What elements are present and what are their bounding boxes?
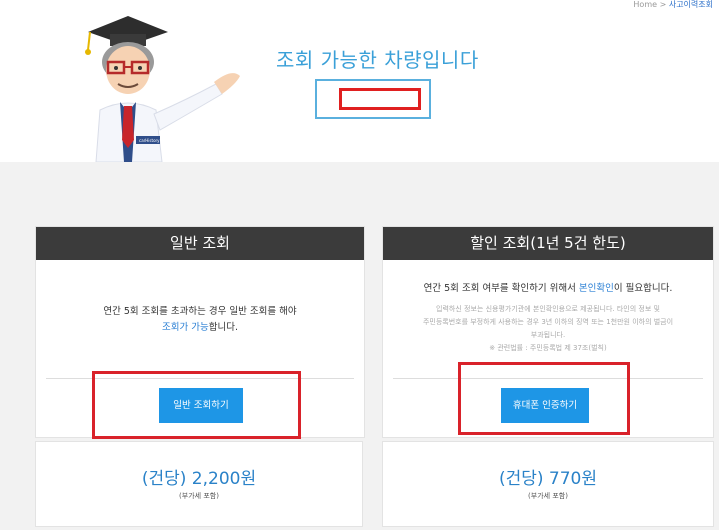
- discount-price: (건당) 770원: [498, 469, 598, 489]
- general-desc-line: 연간 5회 조회를 초과하는 경우 일반 조회를 해야: [103, 306, 297, 317]
- general-inquiry-description: 연간 5회 조회를 초과하는 경우 일반 조회를 해야 조회가 가능합니다.: [36, 260, 364, 336]
- breadcrumb: Home > 사고이력조회: [633, 0, 713, 10]
- general-desc-accent: 조회가 가능: [162, 322, 209, 333]
- general-button-highlight-frame: [92, 371, 301, 439]
- discount-desc-accent: 본인확인: [578, 283, 614, 294]
- discount-inquiry-description: 연간 5회 조회 여부를 확인하기 위해서 본인확인이 필요합니다.: [383, 260, 713, 297]
- notice-line: 부과됩니다.: [530, 331, 566, 339]
- notice-line: 입력하신 정보는 신용평가기관에 본인확인용으로 제공됩니다. 타인의 정보 및: [436, 305, 660, 313]
- breadcrumb-current[interactable]: 사고이력조회: [669, 0, 713, 9]
- discount-privacy-notice: 입력하신 정보는 신용평가기관에 본인확인용으로 제공됩니다. 타인의 정보 및…: [383, 303, 713, 355]
- phone-button-highlight-frame: [458, 362, 630, 435]
- plate-number-box: [315, 79, 431, 119]
- page-title: 조회 가능한 차량입니다: [276, 48, 479, 72]
- discount-desc-tail: 이 필요합니다.: [613, 283, 673, 294]
- general-desc-tail: 합니다.: [208, 322, 238, 333]
- breadcrumb-separator: >: [659, 0, 667, 9]
- general-price-card: (건당) 2,200원 (부가세 포함): [35, 441, 363, 527]
- discount-vat-note: (부가세 포함): [528, 492, 568, 500]
- general-vat-note: (부가세 포함): [179, 492, 219, 500]
- discount-price-card: (건당) 770원 (부가세 포함): [382, 441, 714, 527]
- breadcrumb-home[interactable]: Home: [633, 0, 657, 9]
- mascot-badge: carHistory: [139, 138, 160, 143]
- related-law: ※ 관련법률 : 주민등록법 제 37조(벌칙): [489, 344, 607, 352]
- general-price: (건당) 2,200원: [141, 469, 257, 489]
- notice-line: 주민등록번호를 부정하게 사용하는 경우 3년 이하의 징역 또는 1천만원 이…: [422, 318, 674, 326]
- redacted-plate-highlight: [339, 88, 421, 110]
- discount-desc-prefix: 연간 5회 조회 여부를 확인하기 위해서: [423, 283, 579, 294]
- discount-inquiry-title: 할인 조회(1년 5건 한도): [383, 227, 713, 260]
- top-banner: Home > 사고이력조회 carHistory 조회 가능한 차량입니다: [0, 0, 719, 162]
- doctor-mascot-illustration: carHistory: [85, 16, 240, 162]
- general-inquiry-title: 일반 조회: [36, 227, 364, 260]
